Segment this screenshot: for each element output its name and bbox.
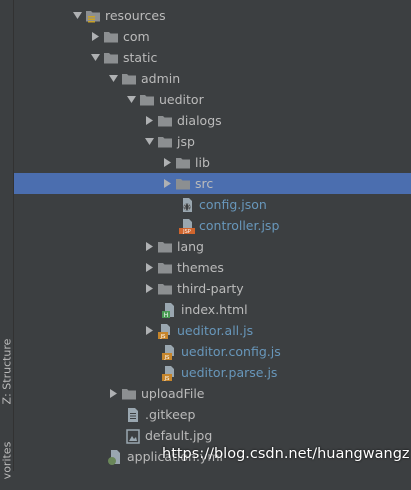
tree-item-label: resources [105,8,166,23]
tree-row-static[interactable]: static [14,47,411,68]
tree-row-resources[interactable]: resources [14,5,411,26]
tree-item-label: ueditor.parse.js [181,365,278,380]
tree-item-label: dialogs [177,113,222,128]
chevron-right-icon[interactable] [142,110,156,131]
tool-window-strip: Z: Structure vorites [0,0,14,479]
folder-icon [175,155,191,171]
folder-icon [157,281,173,297]
js-file-icon: JS [161,344,177,360]
project-tree[interactable]: resources com static admin ueditor dialo… [14,0,411,471]
js-file-icon: JS [161,365,177,381]
js-file-icon: JS [157,323,173,339]
tree-row-gitkeep[interactable]: .gitkeep [14,404,411,425]
chevron-right-icon[interactable] [142,278,156,299]
resources-folder-icon [85,8,101,24]
tree-row-ueditor-all-js[interactable]: JS ueditor.all.js [14,320,411,341]
chevron-down-icon[interactable] [106,68,120,89]
svg-text:{}: {} [183,204,191,211]
chevron-right-icon[interactable] [160,152,174,173]
tree-row-lib[interactable]: lib [14,152,411,173]
tree-item-label: .gitkeep [145,407,196,422]
structure-tab[interactable]: Z: Structure [0,336,13,406]
tree-item-label: src [195,176,214,191]
tree-item-label: default.jpg [145,428,213,443]
tree-row-default-jpg[interactable]: default.jpg [14,425,411,446]
chevron-right-icon[interactable] [106,383,120,404]
tree-item-label: third-party [177,281,244,296]
folder-icon [103,50,119,66]
folder-icon [103,29,119,45]
folder-icon [121,71,137,87]
chevron-down-icon[interactable] [70,5,84,26]
folder-icon [157,239,173,255]
chevron-down-icon[interactable] [142,131,156,152]
folder-icon [121,386,137,402]
tree-row-src[interactable]: src [14,173,411,194]
tree-item-label: com [123,29,150,44]
chevron-right-icon[interactable] [142,236,156,257]
tree-row-themes[interactable]: themes [14,257,411,278]
tree-item-label: themes [177,260,224,275]
yml-file-icon [107,449,123,465]
json-file-icon: {} [179,197,195,213]
chevron-right-icon[interactable] [142,320,156,341]
folder-icon [157,113,173,129]
chevron-right-icon[interactable] [142,257,156,278]
tree-item-label: ueditor.all.js [177,323,254,338]
tree-item-label: jsp [177,134,195,149]
tree-row-config-json[interactable]: {} config.json [14,194,411,215]
favorites-tab[interactable]: vorites [0,430,13,490]
favorites-tab-label: vorites [0,441,14,479]
tree-item-label: config.json [199,197,267,212]
text-file-icon [125,407,141,423]
tree-row-ueditor[interactable]: ueditor [14,89,411,110]
tree-item-label: ueditor [159,92,204,107]
tree-item-label: lang [177,239,204,254]
tree-item-label: ueditor.config.js [181,344,281,359]
svg-text:H: H [164,312,169,318]
folder-icon [157,134,173,150]
tree-row-jsp[interactable]: jsp [14,131,411,152]
svg-text:JS: JS [159,334,166,339]
tree-item-label: admin [141,71,181,86]
tree-item-label: index.html [181,302,248,317]
tree-row-dialogs[interactable]: dialogs [14,110,411,131]
tree-row-admin[interactable]: admin [14,68,411,89]
jsp-file-icon: JSP [179,218,195,234]
tree-row-com[interactable]: com [14,26,411,47]
svg-text:JS: JS [163,376,170,381]
tree-item-label: static [123,50,158,65]
tree-row-uploadfile[interactable]: uploadFile [14,383,411,404]
tree-row-ueditor-parse-js[interactable]: JS ueditor.parse.js [14,362,411,383]
watermark-text: https://blog.csdn.net/huangwangz [162,446,410,462]
svg-text:JS: JS [163,355,170,360]
chevron-down-icon[interactable] [124,89,138,110]
folder-icon [175,176,191,192]
structure-tab-label: Z: Structure [0,338,14,404]
svg-text:JSP: JSP [182,229,191,234]
tree-item-label: controller.jsp [199,218,280,233]
tree-row-controller-jsp[interactable]: JSP controller.jsp [14,215,411,236]
folder-icon [157,260,173,276]
tree-row-index-html[interactable]: H index.html [14,299,411,320]
tree-row-ueditor-config-js[interactable]: JS ueditor.config.js [14,341,411,362]
chevron-right-icon[interactable] [160,173,174,194]
tree-row-lang[interactable]: lang [14,236,411,257]
tree-item-label: uploadFile [141,386,205,401]
folder-icon [139,92,155,108]
tree-item-label: lib [195,155,210,170]
chevron-down-icon[interactable] [88,47,102,68]
html-file-icon: H [161,302,177,318]
image-file-icon [125,428,141,444]
chevron-right-icon[interactable] [88,26,102,47]
tree-row-third-party[interactable]: third-party [14,278,411,299]
